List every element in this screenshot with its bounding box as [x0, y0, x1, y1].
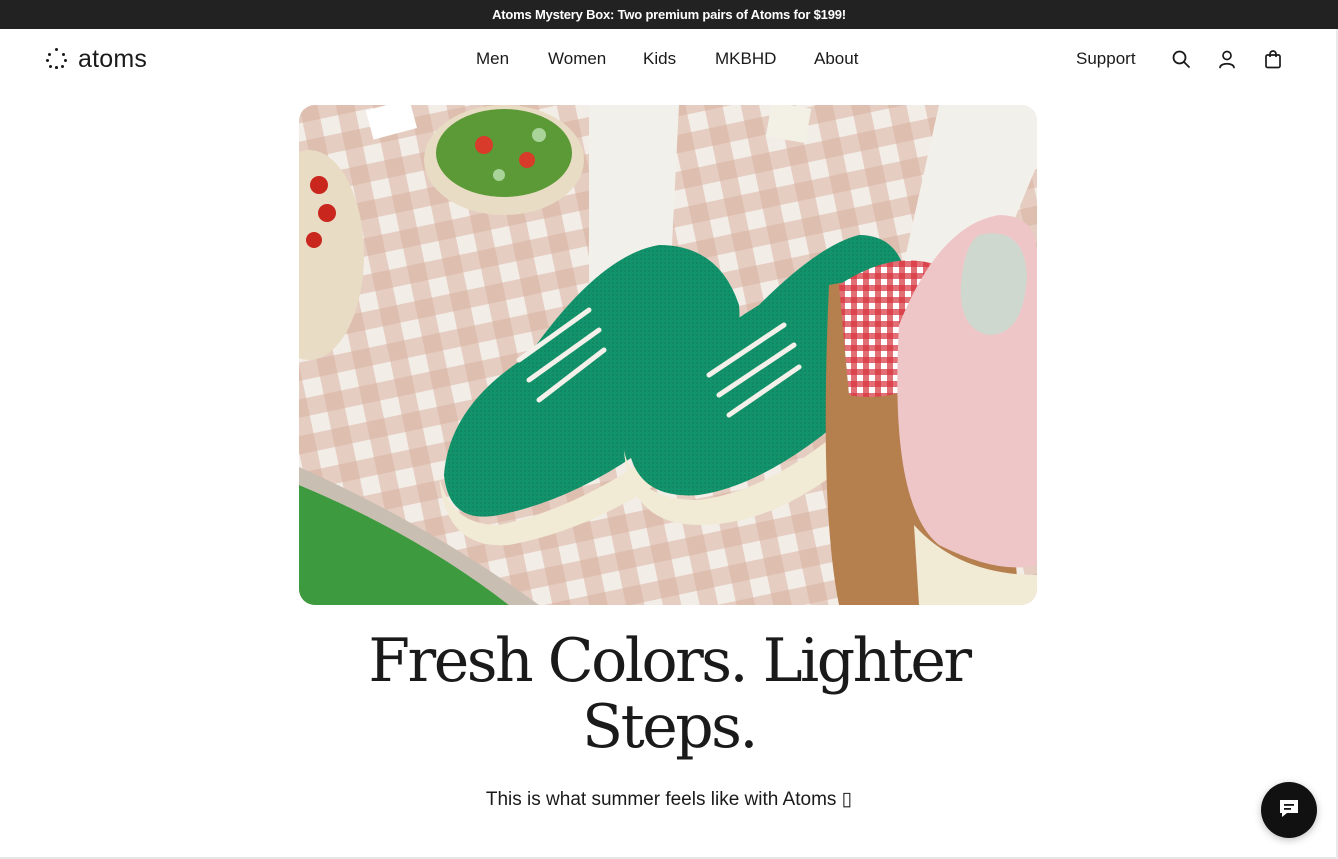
account-icon[interactable]	[1216, 48, 1238, 70]
search-icon[interactable]	[1170, 48, 1192, 70]
nav-item-mkbhd[interactable]: MKBHD	[715, 49, 776, 69]
chat-bubble-icon	[1277, 796, 1301, 825]
cart-bag-icon[interactable]	[1262, 48, 1284, 70]
hero-image	[299, 105, 1037, 605]
hero-headline: Fresh Colors. Lighter Steps.	[368, 626, 972, 762]
announcement-text: Atoms Mystery Box: Two premium pairs of …	[492, 7, 846, 22]
nav-item-about[interactable]: About	[814, 49, 858, 69]
chat-button[interactable]	[1261, 782, 1317, 838]
hero-subline: This is what summer feels like with Atom…	[485, 789, 853, 810]
site-header: atoms Men Women Kids MKBHD About Support	[0, 29, 1338, 91]
picnic-sneakers-illustration	[299, 105, 1037, 605]
support-link[interactable]: Support	[1076, 49, 1136, 69]
nav-item-women[interactable]: Women	[548, 49, 606, 69]
nav-item-kids[interactable]: Kids	[643, 49, 676, 69]
nav-item-men[interactable]: Men	[476, 49, 509, 69]
main-nav: Men Women Kids MKBHD About	[0, 29, 1338, 91]
announcement-bar[interactable]: Atoms Mystery Box: Two premium pairs of …	[0, 0, 1338, 29]
